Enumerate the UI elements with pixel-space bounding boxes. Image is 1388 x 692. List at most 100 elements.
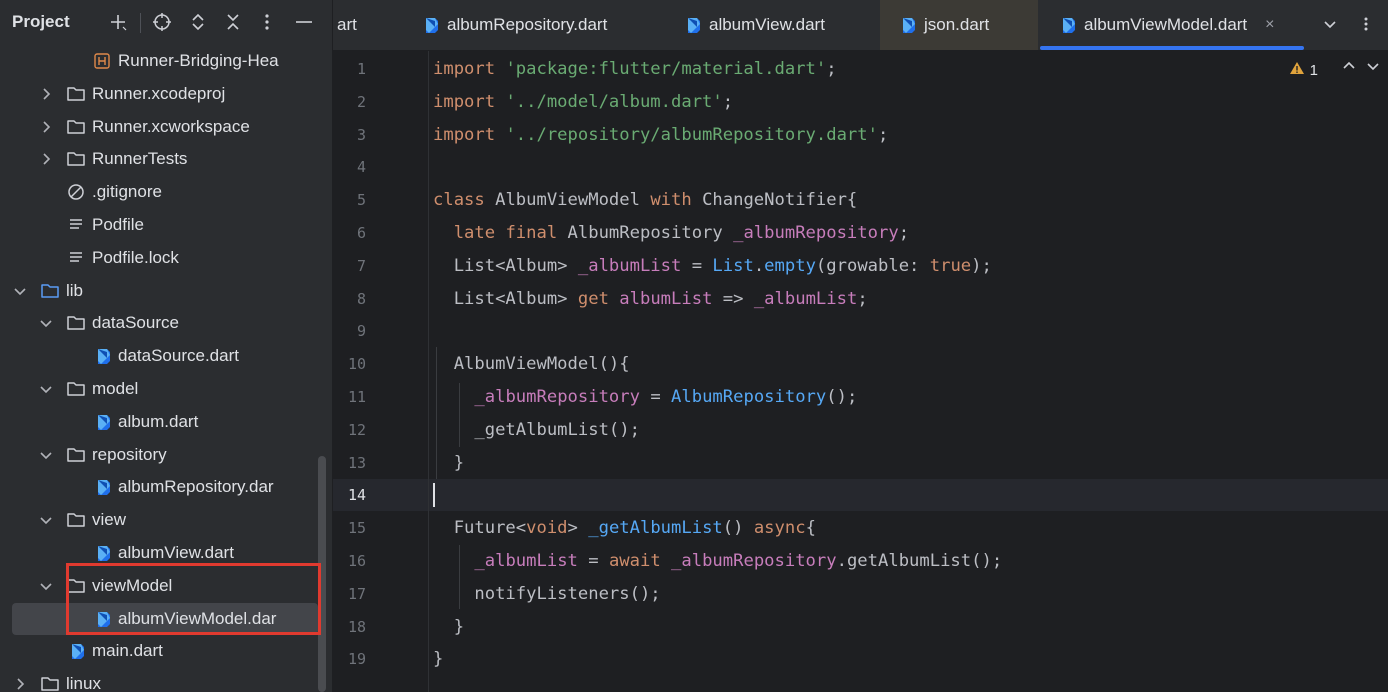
code-line: } <box>433 447 464 479</box>
chevron-right-icon[interactable] <box>39 152 53 166</box>
code-token: '../repository/albumRepository.dart' <box>505 124 878 145</box>
chevron-right-icon[interactable] <box>13 677 27 691</box>
code-token: AlbumRepository <box>567 223 734 243</box>
code-token: } <box>433 649 444 670</box>
more-options-icon[interactable] <box>255 10 279 34</box>
tree-item[interactable]: RunnerTests <box>0 143 320 175</box>
tab-label: albumRepository.dart <box>447 15 608 34</box>
tree-item-label: view <box>92 510 127 530</box>
inspection-warnings[interactable]: 1 <box>1289 61 1318 79</box>
tab-partial[interactable]: art <box>333 0 393 50</box>
tree-item[interactable]: albumRepository.dar <box>0 471 320 503</box>
tree-item[interactable]: album.dart <box>0 406 320 438</box>
code-token: .getAlbumList(); <box>836 551 1003 571</box>
code-token: = <box>681 255 713 276</box>
tree-item[interactable]: .gitignore <box>0 176 320 208</box>
code-editor[interactable]: 1 2 3 4 5 6 7 8 9 10 11 12 13 14 15 16 17 18 19 import 'pa… <box>333 51 1388 692</box>
tab-list-chevron-down-icon[interactable] <box>1318 12 1342 36</box>
code-line: _albumList = await _albumRepository.getA… <box>433 545 1002 577</box>
code-token: => <box>712 288 754 309</box>
tree-item[interactable]: Runner.xcworkspace <box>0 111 320 143</box>
tree-item-label: albumView.dart <box>118 543 234 562</box>
tree-item-label: Runner.xcworkspace <box>92 116 250 136</box>
code-token: (growable: <box>815 255 930 276</box>
chevron-right-icon[interactable] <box>39 120 53 134</box>
tree-item[interactable]: view <box>0 504 320 536</box>
tab-json[interactable]: json.dart <box>880 0 1038 50</box>
tree-item-label: repository <box>92 444 167 464</box>
folder-icon <box>66 379 86 399</box>
code-token: _getAlbumList(); <box>433 419 640 440</box>
tree-item-label: Runner.xcodeproj <box>92 83 226 103</box>
code-token: await <box>608 551 672 571</box>
code-line: late final AlbumRepository _albumReposit… <box>433 217 909 249</box>
folder-icon <box>66 84 86 104</box>
chevron-down-icon[interactable] <box>13 284 27 298</box>
code-line: AlbumViewModel(){ <box>433 348 630 380</box>
code-token: . <box>753 255 765 276</box>
code-token: import <box>433 124 506 145</box>
code-token: { <box>805 518 816 539</box>
ignored-file-icon <box>66 182 86 202</box>
code-line: _albumRepository = AlbumRepository(); <box>433 381 857 413</box>
tree-item[interactable]: Runner.xcodeproj <box>0 78 320 110</box>
expand-all-icon[interactable] <box>186 10 210 34</box>
code-line: } <box>433 643 443 675</box>
tree-item[interactable]: lib <box>0 275 320 307</box>
tab-label: albumView.dart <box>709 15 825 34</box>
dart-file-icon <box>92 543 112 563</box>
editor-more-options-icon[interactable] <box>1354 12 1378 36</box>
tree-item[interactable]: linux <box>0 668 320 692</box>
tree-item[interactable]: model <box>0 373 320 405</box>
tree-item[interactable]: dataSource <box>0 307 320 339</box>
warning-count: 1 <box>1309 61 1318 79</box>
close-tab-icon[interactable]: × <box>1265 16 1274 34</box>
code-line: import 'package:flutter/material.dart'; <box>433 53 837 85</box>
chevron-down-icon[interactable] <box>39 579 53 593</box>
code-token: } <box>433 616 465 637</box>
locate-icon[interactable] <box>150 10 174 34</box>
dart-file-icon <box>898 16 916 34</box>
chevron-down-icon[interactable] <box>39 448 53 462</box>
hide-panel-icon[interactable] <box>292 10 316 34</box>
tree-item[interactable]: Podfile <box>0 209 320 241</box>
dart-file-icon <box>92 346 112 366</box>
tab-album-view[interactable]: albumView.dart <box>671 0 871 50</box>
project-panel-header: Project <box>0 0 332 47</box>
tab-album-repository[interactable]: albumRepository.dart <box>409 0 649 50</box>
tree-item[interactable]: main.dart <box>0 635 320 667</box>
previous-highlight-chevron-up-icon[interactable] <box>1342 59 1356 77</box>
line-number: 14 <box>347 486 366 505</box>
collapse-all-icon[interactable] <box>221 10 245 34</box>
add-icon[interactable] <box>106 10 130 34</box>
project-panel: Project Runner-Bridging-Hea Runner.xcodep… <box>0 0 333 692</box>
tree-item[interactable]: Runner-Bridging-Hea <box>0 45 320 77</box>
code-token: import <box>433 91 506 112</box>
code-token: async <box>753 518 806 539</box>
code-token: = <box>577 551 609 571</box>
code-token: AlbumViewModel(){ <box>433 354 630 375</box>
chevron-down-icon[interactable] <box>39 513 53 527</box>
next-highlight-chevron-down-icon[interactable] <box>1366 59 1380 77</box>
chevron-right-icon[interactable] <box>39 87 53 101</box>
chevron-down-icon[interactable] <box>39 382 53 396</box>
code-line: import '../model/album.dart'; <box>433 86 733 118</box>
tree-item[interactable]: Podfile.lock <box>0 242 320 274</box>
source-folder-icon <box>40 281 60 301</box>
code-line: import '../repository/albumRepository.da… <box>433 119 888 151</box>
tree-item-label: lib <box>66 280 84 300</box>
current-line-highlight <box>333 479 1388 511</box>
chevron-down-icon[interactable] <box>39 316 53 330</box>
editor-tab-bar: art albumRepository.dart albumView.dart … <box>333 0 1388 51</box>
text-caret <box>433 483 435 507</box>
code-token: AlbumViewModel <box>495 190 651 211</box>
tree-item[interactable]: dataSource.dart <box>0 340 320 372</box>
code-token: ; <box>898 223 910 243</box>
line-number: 3 <box>356 125 366 144</box>
tab-album-view-model[interactable]: albumViewModel.dart × <box>1040 0 1304 50</box>
code-token: _albumRepository <box>474 387 640 407</box>
warning-icon <box>1289 61 1305 79</box>
tree-item[interactable]: repository <box>0 439 320 471</box>
